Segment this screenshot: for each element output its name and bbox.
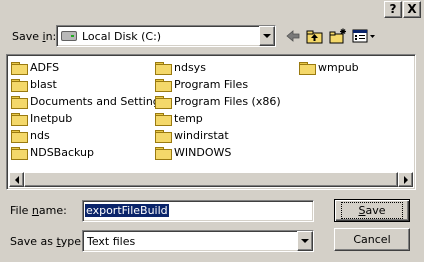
chevron-down-icon xyxy=(263,34,271,38)
file-list-item[interactable]: ndsys xyxy=(155,59,281,76)
save-as-type-dropdown-button[interactable] xyxy=(297,231,313,251)
save-button-label: Save xyxy=(341,202,403,219)
scroll-thumb[interactable] xyxy=(24,172,398,187)
folder-icon xyxy=(155,112,172,126)
folder-icon xyxy=(11,146,28,160)
scroll-right-button[interactable] xyxy=(398,172,413,187)
folder-icon xyxy=(155,78,172,92)
view-menu-button[interactable] xyxy=(350,26,378,46)
file-list-item[interactable]: Inetpub xyxy=(11,110,166,127)
file-list-item-label: Program Files (x86) xyxy=(174,95,281,108)
close-button[interactable]: X xyxy=(403,1,421,18)
save-in-label: Save in: xyxy=(12,30,57,43)
new-folder-button[interactable] xyxy=(327,26,349,46)
view-menu-icon xyxy=(352,29,375,43)
file-list-item-label: NDSBackup xyxy=(30,146,95,159)
file-column-1: ADFS blast Documents and Settings Inetpub nd… xyxy=(11,59,166,161)
file-list-item[interactable]: windirstat xyxy=(155,127,281,144)
file-name-label: File name: xyxy=(10,204,67,217)
folder-icon xyxy=(155,61,172,75)
save-in-value: Local Disk (C:) xyxy=(82,29,162,43)
help-button[interactable]: ? xyxy=(384,1,402,18)
folder-icon xyxy=(155,95,172,109)
folder-icon xyxy=(299,61,316,75)
chevron-down-icon xyxy=(301,239,309,243)
folder-icon xyxy=(11,112,28,126)
save-in-dropdown-button[interactable] xyxy=(259,26,275,46)
file-list-item-label: blast xyxy=(30,78,57,91)
file-list-item[interactable]: Program Files xyxy=(155,76,281,93)
file-list-item-label: ADFS xyxy=(30,61,60,74)
file-list-item[interactable]: Program Files (x86) xyxy=(155,93,281,110)
new-folder-icon xyxy=(329,28,346,44)
up-one-level-button[interactable] xyxy=(304,26,326,46)
file-list-item-label: windirstat xyxy=(174,129,229,142)
file-list-item-label: wmpub xyxy=(318,61,359,74)
save-in-combo[interactable]: Local Disk (C:) xyxy=(56,25,276,47)
file-list-item[interactable]: wmpub xyxy=(299,59,359,76)
file-list-item[interactable]: nds xyxy=(11,127,166,144)
up-folder-icon xyxy=(306,30,323,43)
folder-icon xyxy=(11,95,28,109)
file-list-item[interactable]: temp xyxy=(155,110,281,127)
file-list-item-label: ndsys xyxy=(174,61,206,74)
folder-icon xyxy=(155,129,172,143)
scroll-left-button[interactable] xyxy=(9,172,24,187)
file-name-input[interactable]: exportFileBuild xyxy=(82,200,314,222)
file-list-item[interactable]: WINDOWS xyxy=(155,144,281,161)
save-as-type-label: Save as type: xyxy=(10,235,85,248)
file-list[interactable]: ADFS blast Documents and Settings Inetpub nd… xyxy=(6,54,416,190)
save-dialog: ? X Save in: Local Disk (C:) ADFS blast … xyxy=(0,0,424,262)
cancel-button[interactable]: Cancel xyxy=(334,228,410,251)
folder-icon xyxy=(11,61,28,75)
right-arrow-icon xyxy=(403,175,408,184)
hard-drive-icon xyxy=(61,31,77,41)
scroll-track[interactable] xyxy=(24,172,398,187)
file-list-item[interactable]: blast xyxy=(11,76,166,93)
folder-icon xyxy=(155,146,172,160)
horizontal-scrollbar[interactable] xyxy=(9,172,413,187)
file-list-item-label: Inetpub xyxy=(30,112,73,125)
folder-icon xyxy=(11,129,28,143)
save-as-type-value: Text files xyxy=(87,234,136,248)
back-arrow-icon xyxy=(286,30,300,42)
left-arrow-icon xyxy=(14,175,19,184)
file-list-item-label: temp xyxy=(174,112,203,125)
file-list-item-label: Program Files xyxy=(174,78,249,91)
file-list-item[interactable]: Documents and Settings xyxy=(11,93,166,110)
file-column-2: ndsys Program Files Program Files (x86) tem… xyxy=(155,59,281,161)
file-list-item-label: WINDOWS xyxy=(174,146,232,159)
file-list-item-label: Documents and Settings xyxy=(30,95,166,108)
file-list-item-label: nds xyxy=(30,129,50,142)
folder-icon xyxy=(11,78,28,92)
file-name-value: exportFileBuild xyxy=(85,204,169,217)
file-column-3: wmpub xyxy=(299,59,359,76)
file-list-item[interactable]: NDSBackup xyxy=(11,144,166,161)
save-as-type-combo[interactable]: Text files xyxy=(82,230,314,252)
file-list-content: ADFS blast Documents and Settings Inetpub nd… xyxy=(9,57,413,172)
save-button[interactable]: Save xyxy=(334,199,410,222)
file-list-item[interactable]: ADFS xyxy=(11,59,166,76)
back-button[interactable] xyxy=(283,26,303,46)
